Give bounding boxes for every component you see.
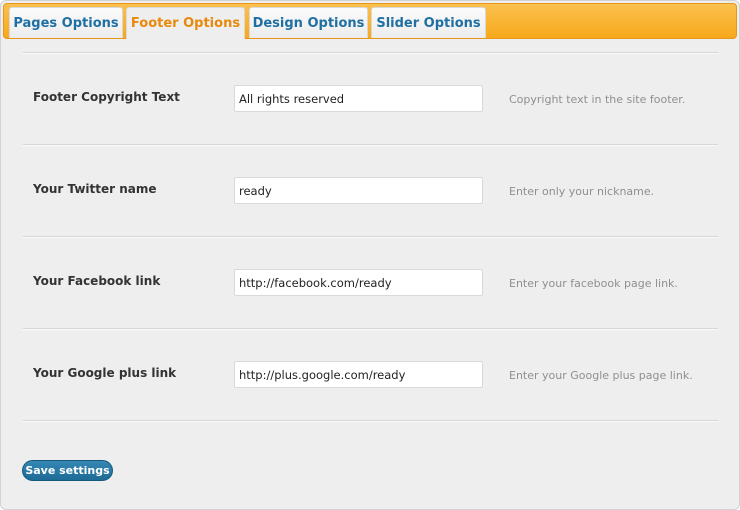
tab-label: Design Options — [252, 16, 365, 31]
field-help-twitter-name: Enter only your nickname. — [509, 185, 655, 198]
field-label-facebook-link: Your Facebook link — [33, 274, 161, 288]
field-help-google-plus-link: Enter your Google plus page link. — [509, 369, 693, 382]
tab-design-options[interactable]: Design Options — [249, 7, 368, 38]
google-plus-link-input[interactable] — [234, 361, 483, 388]
field-help-facebook-link: Enter your facebook page link. — [509, 277, 678, 290]
options-panel: Pages Options Footer Options Design Opti… — [0, 0, 740, 510]
field-label-twitter-name: Your Twitter name — [33, 182, 157, 196]
divider — [23, 236, 718, 238]
field-help-footer-copyright: Copyright text in the site footer. — [509, 93, 686, 106]
tab-footer-options[interactable]: Footer Options — [126, 7, 245, 39]
tab-pages-options[interactable]: Pages Options — [9, 7, 123, 38]
save-settings-button[interactable]: Save settings — [22, 460, 113, 481]
tab-label: Footer Options — [130, 16, 241, 31]
tab-label: Pages Options — [13, 16, 119, 31]
divider — [23, 144, 718, 146]
twitter-name-input[interactable] — [234, 177, 483, 204]
tab-label: Slider Options — [376, 16, 481, 31]
divider — [23, 52, 718, 54]
tab-slider-options[interactable]: Slider Options — [371, 7, 486, 38]
footer-copyright-input[interactable] — [234, 85, 483, 112]
field-label-google-plus-link: Your Google plus link — [33, 366, 177, 380]
field-label-footer-copyright: Footer Copyright Text — [33, 90, 180, 104]
divider — [23, 328, 718, 330]
facebook-link-input[interactable] — [234, 269, 483, 296]
divider — [23, 420, 718, 422]
